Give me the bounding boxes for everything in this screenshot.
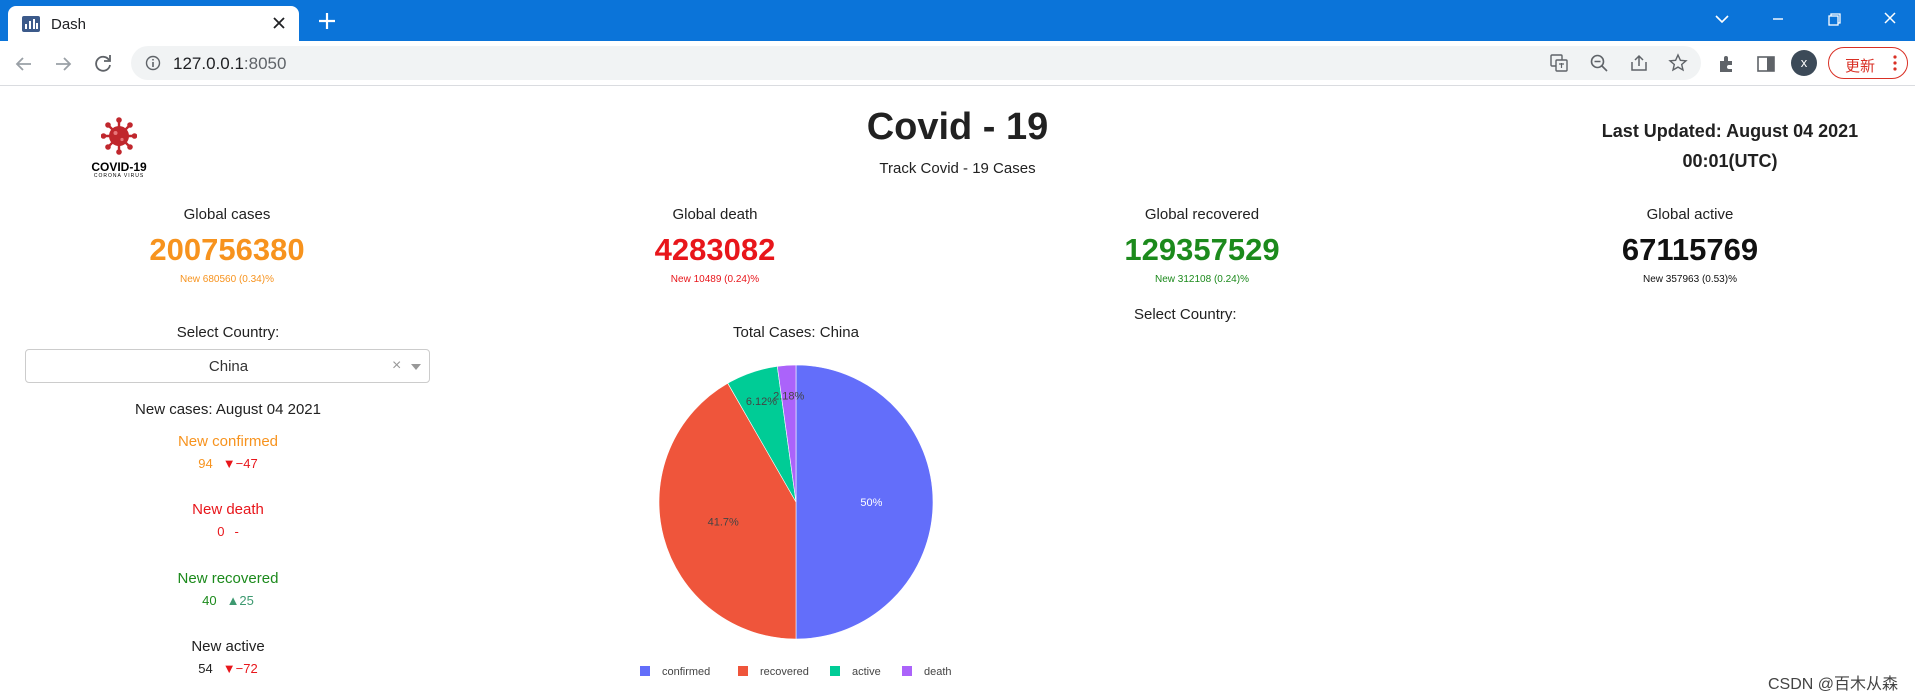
legend-item-confirmed[interactable]: confirmed	[640, 666, 710, 678]
close-tab-icon[interactable]	[269, 13, 289, 33]
card-value: 67115769	[1621, 232, 1759, 267]
browser-tab-dash[interactable]: Dash	[8, 6, 299, 41]
card-label: Global recovered	[1144, 206, 1260, 223]
new-confirmed-delta: ▼−47	[222, 456, 258, 471]
new-confirmed-value: 94	[198, 456, 213, 471]
legend-label: confirmed	[662, 666, 711, 678]
new-recovered-block: New recovered 40 ▲25	[0, 570, 456, 608]
legend-label: death	[924, 666, 952, 678]
side-panel-icon[interactable]	[1755, 53, 1777, 75]
url-text[interactable]: 127.0.0.1:8050	[173, 54, 286, 74]
global-active-card: Global active 67115769 New 357963 (0.53)…	[1540, 206, 1840, 285]
legend-swatch	[902, 666, 912, 676]
dropdown-arrow-icon[interactable]	[411, 364, 421, 370]
url-port: :8050	[243, 54, 287, 73]
card-new: New 357963 (0.53)%	[1643, 274, 1737, 285]
new-death-delta: -	[234, 524, 239, 539]
pie-chart-title: Total Cases: China	[733, 324, 859, 341]
forward-arrow-icon[interactable]	[51, 52, 75, 76]
legend-swatch	[640, 666, 650, 676]
new-cases-title: New cases: August 04 2021	[135, 401, 321, 418]
legend-label: recovered	[760, 666, 809, 678]
last-updated-date: Last Updated: August 04 2021	[1601, 121, 1859, 141]
update-button[interactable]: 更新	[1828, 47, 1908, 79]
new-active-value: 54	[198, 661, 213, 676]
pie-label-recovered: 41.7%	[708, 516, 739, 528]
legend-item-recovered[interactable]: recovered	[738, 666, 809, 678]
legend-swatch	[738, 666, 748, 676]
last-updated-time: 00:01(UTC)	[1682, 151, 1778, 171]
chevron-down-icon[interactable]	[1709, 8, 1735, 30]
card-label: Global death	[672, 206, 758, 223]
new-death-label: New death	[192, 501, 264, 518]
update-button-label: 更新	[1845, 58, 1876, 75]
browser-toolbar: 127.0.0.1:8050 x 更新	[0, 41, 1915, 86]
dash-page: COVID-19 CORONA VIRUS Covid - 19 Track C…	[0, 86, 1915, 698]
translate-icon[interactable]	[1549, 53, 1569, 73]
pie-chart[interactable]: 50%41.7%6.12%2.18%	[596, 346, 996, 696]
legend-item-active[interactable]: active	[830, 666, 881, 678]
card-value: 200756380	[149, 232, 305, 267]
new-recovered-value: 40	[202, 593, 217, 608]
new-confirmed-block: New confirmed 94 ▼−47	[0, 433, 456, 471]
share-icon[interactable]	[1629, 53, 1649, 73]
card-new: New 10489 (0.24)%	[670, 274, 760, 285]
reload-icon[interactable]	[91, 52, 115, 76]
card-label: Global active	[1646, 206, 1734, 223]
browser-titlebar: Dash	[0, 0, 1915, 41]
star-icon[interactable]	[1668, 53, 1688, 73]
info-icon[interactable]	[145, 55, 161, 71]
restore-icon[interactable]	[1821, 8, 1847, 30]
zoom-out-icon[interactable]	[1589, 53, 1609, 73]
watermark-text: CSDN @百木从森	[1768, 676, 1899, 693]
new-active-label: New active	[191, 638, 265, 655]
url-host: 127.0.0.1	[173, 54, 244, 73]
dropdown-selected-value: China	[208, 358, 249, 375]
address-bar[interactable]: 127.0.0.1:8050	[131, 46, 1701, 80]
select-country-label: Select Country:	[176, 324, 280, 341]
extensions-puzzle-icon[interactable]	[1716, 53, 1738, 75]
card-new: New 312108 (0.24)%	[1155, 274, 1249, 285]
kebab-menu-icon[interactable]	[1893, 54, 1897, 72]
card-value: 129357529	[1124, 232, 1280, 267]
global-cases-card: Global cases 200756380 New 680560 (0.34)…	[77, 206, 377, 285]
new-recovered-delta: ▲25	[226, 593, 254, 608]
legend-swatch	[830, 666, 840, 676]
clear-icon[interactable]: ×	[392, 357, 401, 375]
new-death-block: New death 0-	[0, 501, 456, 539]
country-dropdown[interactable]: China ×	[25, 349, 430, 383]
legend-label: active	[852, 666, 881, 678]
global-death-card: Global death 4283082 New 10489 (0.24)%	[565, 206, 865, 285]
new-active-block: New active 54 ▼−72	[0, 638, 456, 676]
back-arrow-icon[interactable]	[12, 52, 36, 76]
new-active-delta: ▼−72	[222, 661, 258, 676]
minimize-icon[interactable]	[1765, 8, 1791, 30]
card-label: Global cases	[183, 206, 271, 223]
profile-avatar[interactable]: x	[1791, 50, 1817, 76]
pie-label-death: 2.18%	[773, 390, 804, 402]
new-death-value: 0	[217, 524, 225, 539]
global-recovered-card: Global recovered 129357529 New 312108 (0…	[1052, 206, 1352, 285]
pie-label-confirmed: 50%	[860, 497, 882, 509]
new-confirmed-label: New confirmed	[177, 433, 279, 450]
new-tab-icon[interactable]	[316, 10, 338, 32]
chart-favicon-icon	[22, 16, 40, 32]
close-window-icon[interactable]	[1877, 8, 1903, 30]
card-new: New 680560 (0.34)%	[180, 274, 274, 285]
card-value: 4283082	[654, 232, 776, 267]
tab-title: Dash	[51, 16, 87, 33]
legend-item-death[interactable]: death	[902, 666, 952, 678]
new-recovered-label: New recovered	[177, 570, 279, 587]
last-updated: Last Updated: August 04 2021 00:01(UTC)	[1580, 116, 1880, 176]
select-country-label-right: Select Country:	[1134, 306, 1237, 323]
